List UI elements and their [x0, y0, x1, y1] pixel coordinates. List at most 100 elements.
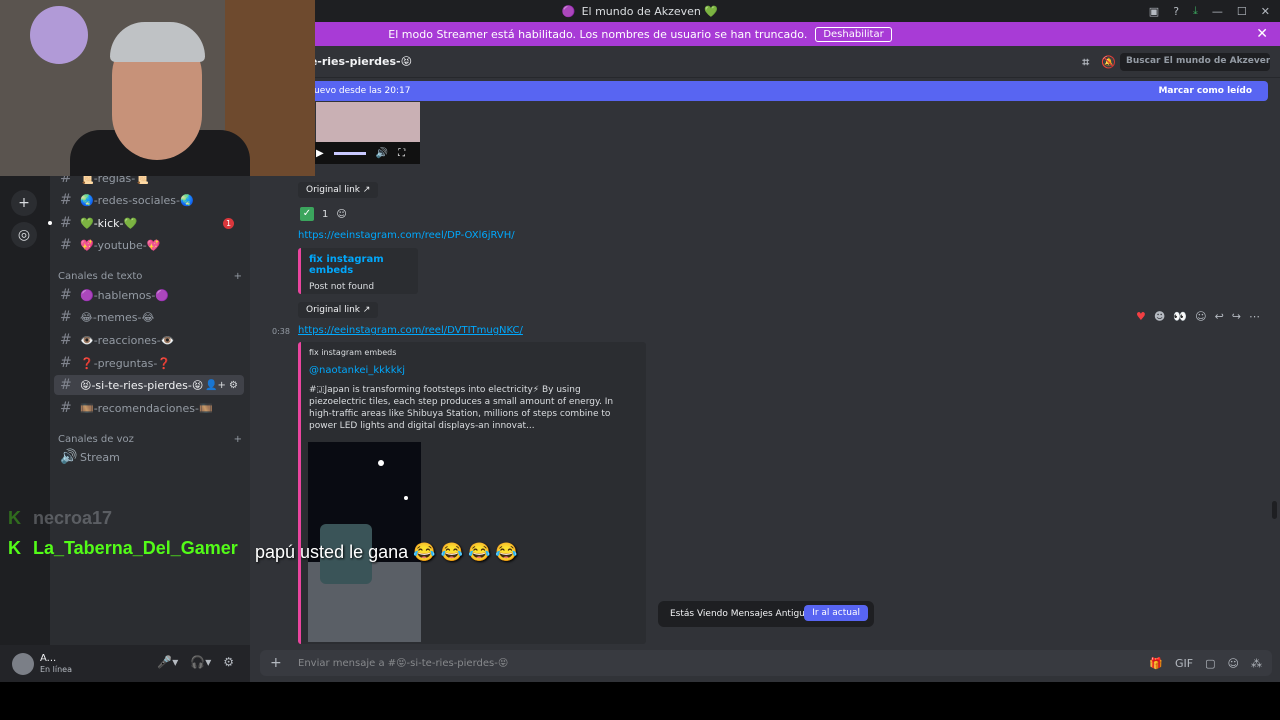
- message-actions: ♥ ☻ 👀 ☺ ↩ ↪ ⋯: [1136, 310, 1260, 323]
- fullscreen-icon[interactable]: ⛶: [398, 148, 405, 159]
- avatar[interactable]: [12, 652, 34, 675]
- category-text-channels[interactable]: Canales de texto +: [58, 271, 242, 282]
- original-link-button[interactable]: Original link ↗: [298, 182, 379, 198]
- kick-icon: K: [8, 538, 21, 558]
- user-status: En línea: [40, 664, 73, 674]
- channel-hablemos[interactable]: # 🟣-hablemos-🟣: [54, 285, 244, 305]
- headphones-icon[interactable]: 🎧▾: [190, 655, 211, 669]
- download-icon[interactable]: ⤓: [1193, 4, 1198, 18]
- instagram-link[interactable]: https://eeinstagram.com/reel/DP-OXl6jRVH…: [298, 230, 515, 241]
- old-messages-bar: Estás Viendo Mensajes Antiguos Ir al act…: [658, 601, 874, 627]
- headset: [110, 22, 205, 62]
- chat-username: La_Taberna_Del_Gamer: [33, 538, 238, 558]
- microphone-icon[interactable]: 🎤▾: [157, 655, 178, 669]
- emoji-reaction-icon[interactable]: ☻: [1154, 310, 1165, 323]
- channel-header: -te-ries-pierdes-😝 ⌗ 🔕 📌 👥 Buscar El mun…: [250, 46, 1280, 78]
- video-controls: ▶ 🔊 ⛶: [308, 142, 420, 164]
- volume-icon[interactable]: 🔊: [376, 148, 388, 159]
- threads-icon[interactable]: ⌗: [1082, 55, 1089, 70]
- embed-description: #🇯Japan is transforming footsteps into e…: [309, 385, 614, 431]
- add-voice-channel-icon[interactable]: +: [234, 434, 242, 445]
- hash-icon: #: [60, 400, 72, 416]
- hash-icon: #: [60, 287, 72, 303]
- sticker-icon[interactable]: ▢: [1205, 657, 1215, 670]
- close-banner-icon[interactable]: ✕: [1256, 26, 1268, 42]
- mute-bell-icon[interactable]: 🔕: [1101, 55, 1116, 70]
- channel-title: -te-ries-pierdes-😝: [300, 55, 413, 68]
- streamer-mode-text: El modo Streamer está habilitado. Los no…: [388, 27, 808, 41]
- gif-icon[interactable]: GIF: [1175, 657, 1193, 670]
- instagram-link[interactable]: https://eeinstagram.com/reel/DVTITmugNKC…: [298, 325, 523, 336]
- checkmark-reaction-icon[interactable]: ✓: [300, 207, 314, 221]
- channel-youtube[interactable]: # 💖-youtube-💖: [54, 235, 244, 255]
- channel-redes-sociales[interactable]: # 🌏-redes-sociales-🌏: [54, 190, 244, 210]
- jump-to-present-button[interactable]: Ir al actual: [804, 605, 868, 621]
- kick-icon: K: [8, 508, 21, 528]
- new-messages-bar[interactable]: uevo desde las 20:17 Marcar como leído: [306, 81, 1268, 101]
- play-icon[interactable]: ▶: [316, 148, 324, 159]
- webcam-overlay: [0, 0, 315, 176]
- window-title: 🟣 El mundo de Akzeven 💚: [561, 4, 719, 18]
- mascot-logo: [30, 6, 88, 64]
- add-server-icon[interactable]: +: [11, 190, 37, 216]
- reaction-row: ✓ 1 ☺: [300, 207, 347, 221]
- more-options-icon[interactable]: ⋯: [1249, 310, 1260, 323]
- stream-chat-message: K La_Taberna_Del_Gamer: [8, 538, 238, 559]
- chat-area: -te-ries-pierdes-😝 ⌗ 🔕 📌 👥 Buscar El mun…: [250, 46, 1280, 682]
- close-icon[interactable]: ✕: [1261, 5, 1270, 18]
- embed-author[interactable]: @naotankei_kkkkkj: [309, 365, 638, 376]
- add-reaction-icon[interactable]: ☺: [336, 209, 346, 220]
- voice-channel-stream[interactable]: 🔊 Stream: [54, 447, 244, 467]
- category-voice-channels[interactable]: Canales de voz +: [58, 434, 242, 445]
- disable-streamer-button[interactable]: Deshabilitar: [815, 26, 892, 42]
- search-input[interactable]: Buscar El mundo de Akzeven 💚: [1120, 53, 1270, 71]
- chat-username: necroa17: [33, 508, 113, 528]
- hash-icon: #: [60, 309, 72, 325]
- hash-icon: #: [60, 215, 72, 231]
- heart-reaction-icon[interactable]: ♥: [1136, 310, 1146, 323]
- unread-indicator: [48, 221, 52, 225]
- scrollbar[interactable]: [1272, 501, 1277, 519]
- hash-icon: #: [60, 237, 72, 253]
- volume-slider[interactable]: [333, 151, 366, 155]
- reply-icon[interactable]: ↩: [1215, 310, 1224, 323]
- inbox-icon[interactable]: ▣: [1149, 5, 1159, 18]
- gift-icon[interactable]: 🎁: [1149, 657, 1163, 670]
- username: A...: [40, 652, 57, 664]
- channel-memes[interactable]: # 😂-memes-😂: [54, 307, 244, 327]
- attach-plus-icon[interactable]: +: [270, 655, 298, 671]
- forward-icon[interactable]: ↪: [1232, 310, 1241, 323]
- embed-provider[interactable]: fix instagram embeds: [309, 254, 410, 276]
- original-link-button[interactable]: Original link ↗: [298, 302, 379, 318]
- server-icon: 🟣: [561, 4, 576, 18]
- channel-preguntas[interactable]: # ❓-preguntas-❓: [54, 353, 244, 373]
- channel-settings-icon[interactable]: 👤+ ⚙: [205, 380, 238, 391]
- embed-card: fix instagram embeds Post not found: [298, 248, 418, 294]
- hash-icon: #: [60, 332, 72, 348]
- maximize-icon[interactable]: ☐: [1237, 5, 1247, 18]
- speaker-icon: 🔊: [60, 449, 78, 465]
- message-timestamp: 0:38: [272, 327, 290, 336]
- chat-message-text: papú usted le gana 😂 😂 😂 😂: [255, 542, 518, 562]
- minimize-icon[interactable]: —: [1212, 5, 1223, 18]
- channel-kick[interactable]: # 💚-kick-💚 1: [54, 213, 244, 233]
- reaction-count: 1: [322, 208, 329, 220]
- message-input[interactable]: + Enviar mensaje a #😝-si-te-ries-pierdes…: [260, 650, 1272, 676]
- help-icon[interactable]: ?: [1173, 5, 1179, 18]
- hash-icon: #: [60, 192, 72, 208]
- channel-si-te-ries-pierdes[interactable]: # 😝-si-te-ries-pierdes-😝 👤+ ⚙: [54, 375, 244, 395]
- user-panel: A... En línea 🎤▾ 🎧▾ ⚙: [0, 645, 250, 682]
- emoji-icon[interactable]: ☺: [1228, 657, 1239, 670]
- hash-icon: #: [60, 377, 72, 393]
- embed-provider[interactable]: fix instagram embeds: [309, 348, 638, 357]
- channel-reacciones[interactable]: # 👁️-reacciones-👁️: [54, 330, 244, 350]
- window-controls: ▣ ? ⤓ — ☐ ✕: [1149, 0, 1270, 22]
- explore-icon[interactable]: ◎: [11, 222, 37, 248]
- settings-gear-icon[interactable]: ⚙: [223, 655, 234, 669]
- add-reaction-icon[interactable]: ☺: [1195, 310, 1206, 323]
- mark-as-read-button[interactable]: Marcar como leído: [1158, 86, 1252, 96]
- channel-recomendaciones[interactable]: # 🎞️-recomendaciones-🎞️: [54, 398, 244, 418]
- eyes-reaction-icon[interactable]: 👀: [1173, 310, 1187, 323]
- add-channel-icon[interactable]: +: [234, 271, 242, 282]
- apps-icon[interactable]: ⁂: [1251, 657, 1262, 670]
